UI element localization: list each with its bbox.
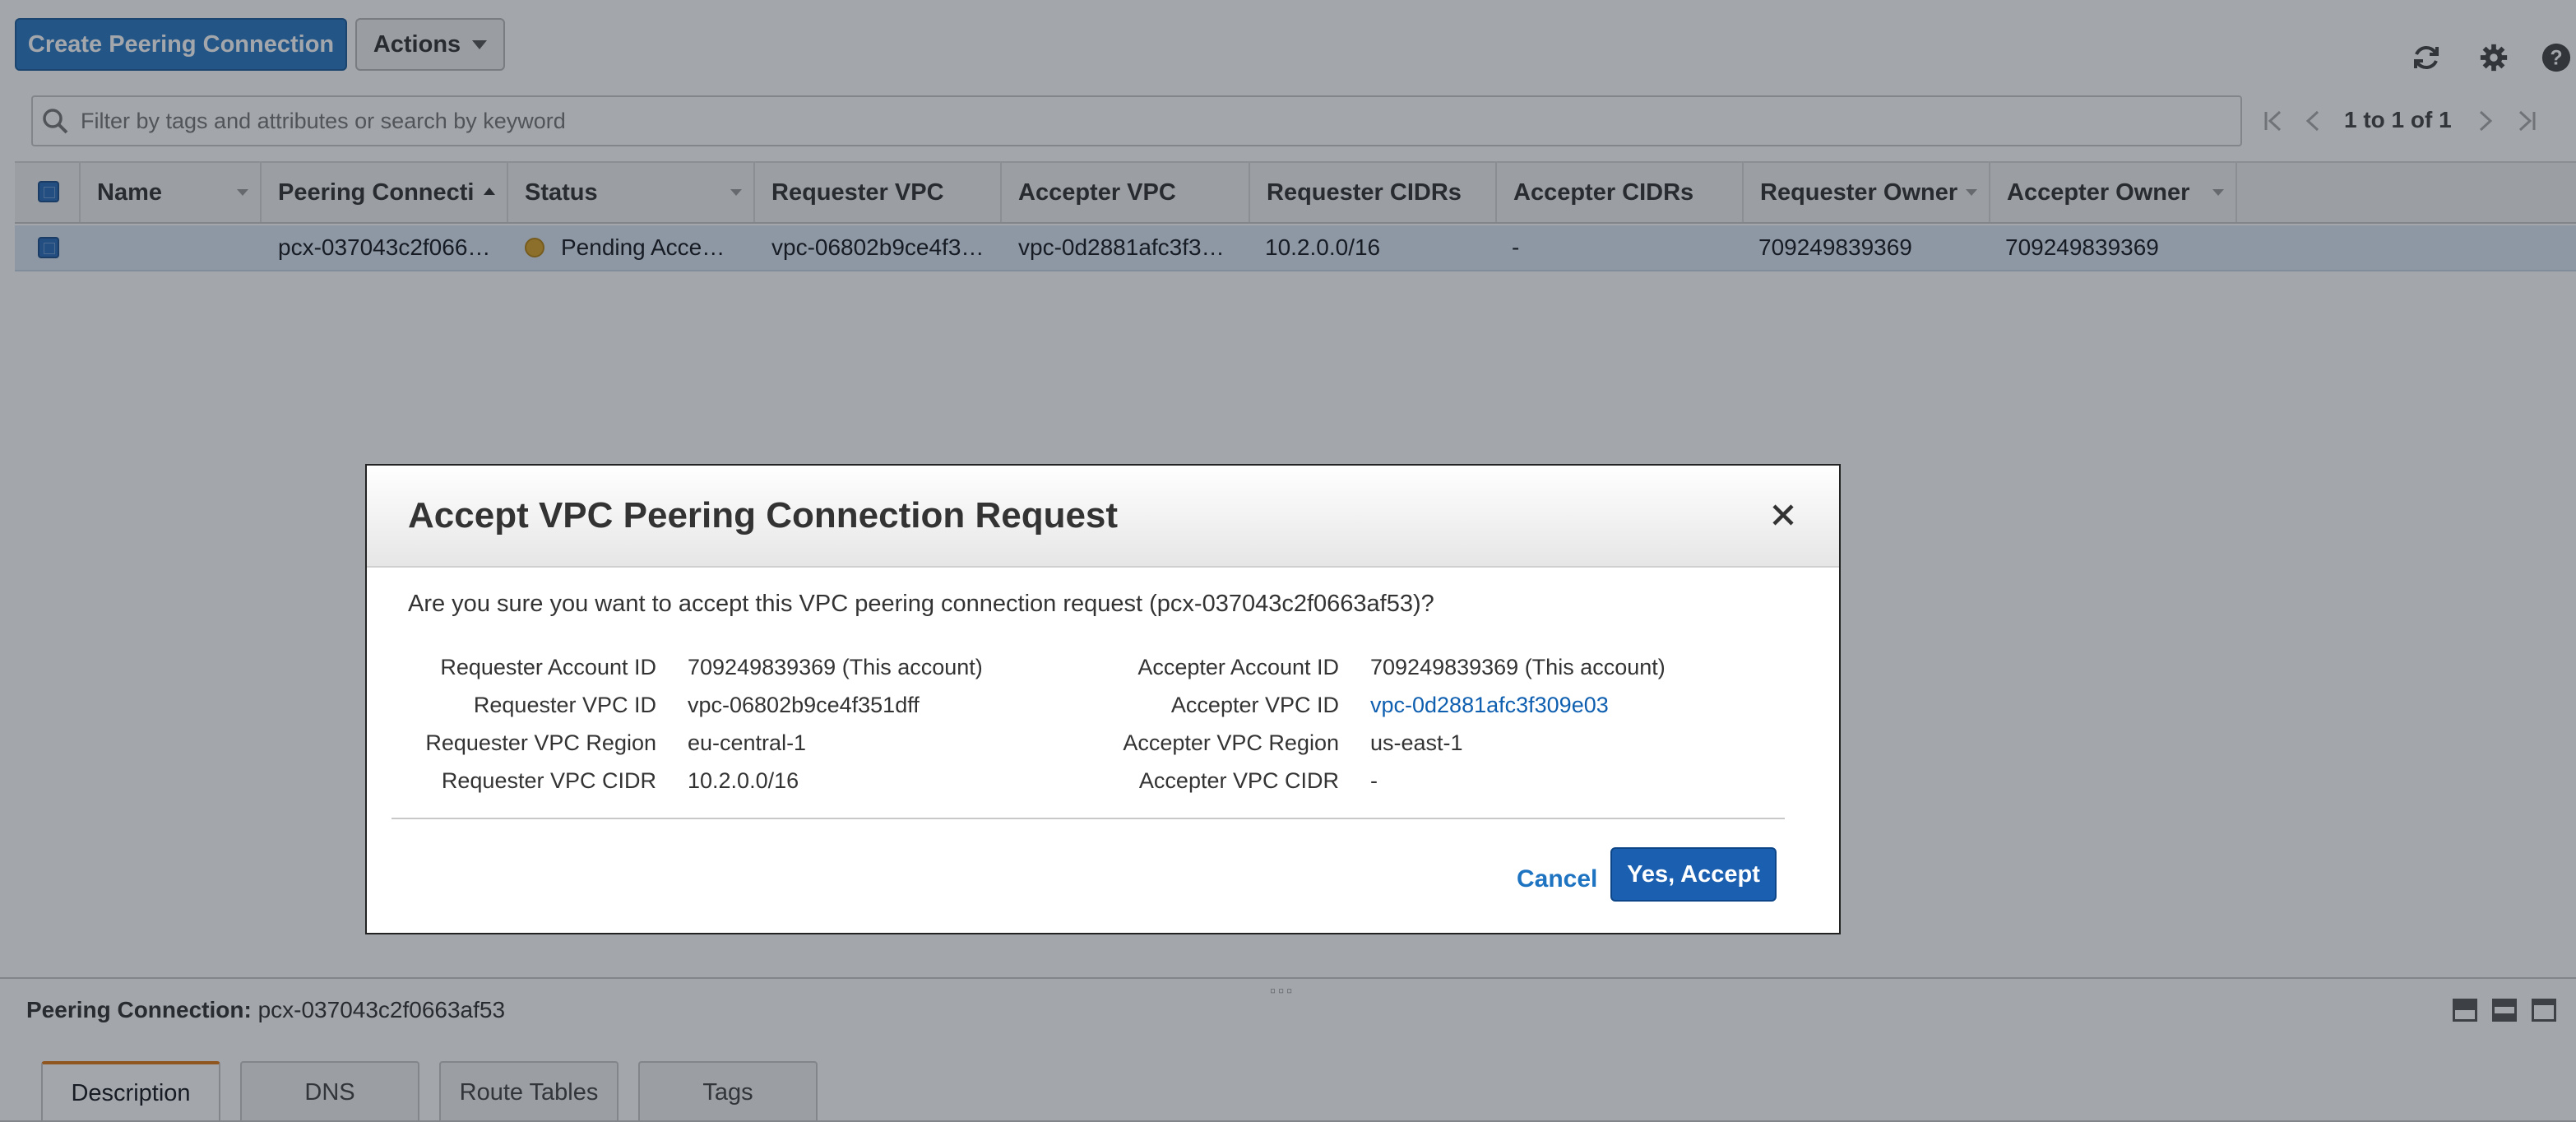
- dialog-header: Accept VPC Peering Connection Request: [367, 466, 1839, 568]
- requester-account-id-value: 709249839369 (This account): [688, 655, 983, 679]
- accepter-account-id-value: 709249839369 (This account): [1370, 655, 1666, 679]
- close-icon[interactable]: [1767, 498, 1800, 531]
- accepter-vpc-cidr-value: -: [1370, 768, 1378, 793]
- dialog-title: Accept VPC Peering Connection Request: [408, 495, 1119, 536]
- requester-vpc-id-value: vpc-06802b9ce4f351dff: [688, 693, 920, 717]
- yes-accept-button[interactable]: Yes, Accept: [1610, 847, 1777, 902]
- cancel-button[interactable]: Cancel: [1517, 865, 1597, 893]
- accepter-vpc-region-label: Accepter VPC Region: [1123, 730, 1339, 755]
- accepter-vpc-region-value: us-east-1: [1370, 730, 1463, 755]
- requester-vpc-cidr-value: 10.2.0.0/16: [688, 768, 799, 793]
- accepter-vpc-cidr-label: Accepter VPC CIDR: [1138, 768, 1339, 793]
- requester-vpc-region-value: eu-central-1: [688, 730, 807, 755]
- requester-vpc-id-label: Requester VPC ID: [473, 693, 656, 717]
- accept-peering-dialog: Accept VPC Peering Connection Request Ar…: [365, 464, 1841, 934]
- accepter-vpc-id-link[interactable]: vpc-0d2881afc3f309e03: [1370, 693, 1609, 718]
- accepter-vpc-id-label: Accepter VPC ID: [1170, 693, 1339, 717]
- requester-vpc-cidr-label: Requester VPC CIDR: [441, 768, 656, 793]
- dialog-separator: [391, 818, 1785, 819]
- accepter-account-id-label: Accepter Account ID: [1137, 655, 1339, 679]
- requester-vpc-region-label: Requester VPC Region: [425, 730, 656, 755]
- dialog-question: Are you sure you want to accept this VPC…: [408, 591, 1434, 617]
- requester-account-id-label: Requester Account ID: [440, 655, 656, 679]
